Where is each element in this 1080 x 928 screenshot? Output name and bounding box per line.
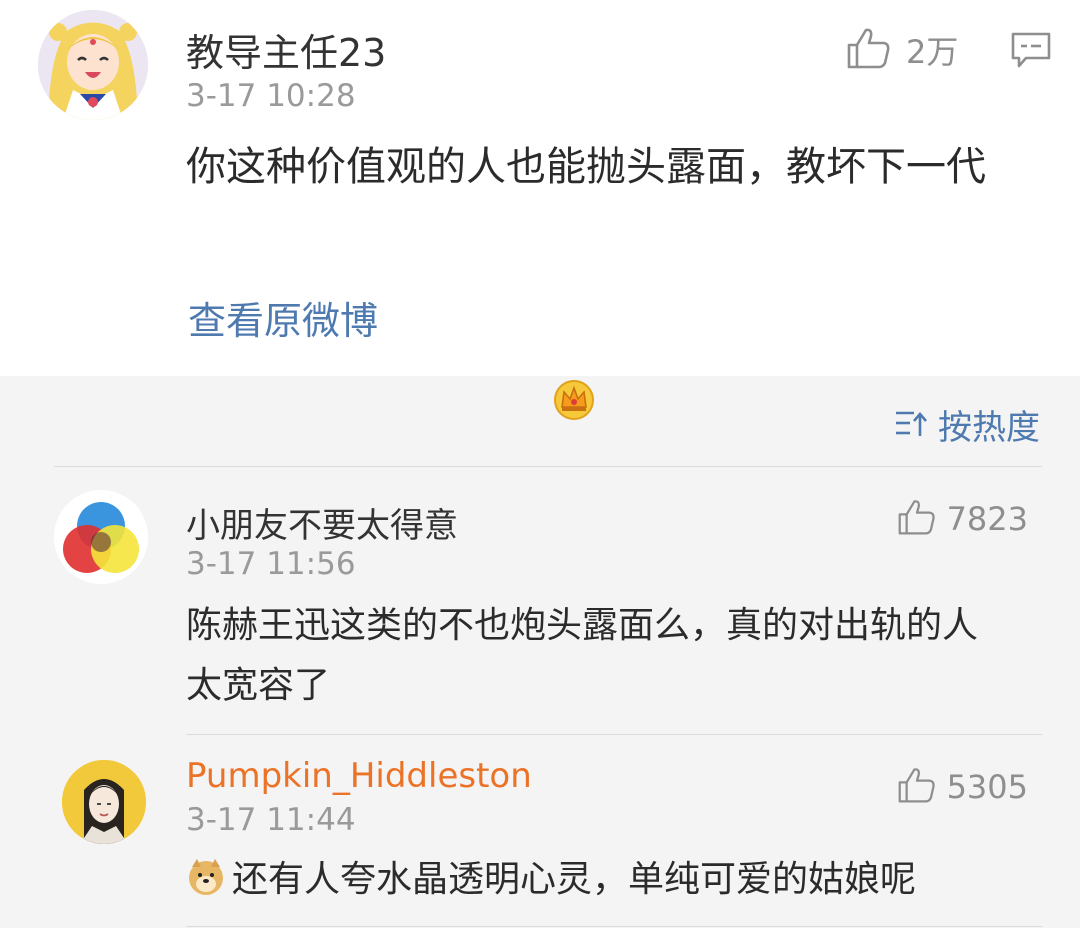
- comment-like-count: 7823: [946, 500, 1028, 538]
- comment-icon[interactable]: [1010, 30, 1052, 70]
- comment-divider: [186, 734, 1042, 735]
- section-divider: [54, 466, 1042, 467]
- comment-text: 还有人夸水晶透明心灵，单纯可爱的姑娘呢: [232, 859, 917, 900]
- comment-timestamp: 3-17 11:56: [186, 546, 356, 582]
- thumbs-up-icon: [897, 766, 937, 808]
- comment-like-button[interactable]: 7823: [897, 498, 1028, 540]
- comment-author-name[interactable]: 小朋友不要太得意: [186, 498, 458, 547]
- sailor-moon-avatar[interactable]: [38, 10, 148, 120]
- post-timestamp: 3-17 10:28: [186, 78, 356, 114]
- post-text: 你这种价值观的人也能抛头露面，教坏下一代: [186, 144, 986, 190]
- post-author-name[interactable]: 教导主任23: [186, 22, 386, 77]
- comment-author-name[interactable]: Pumpkin_Hiddleston: [186, 756, 532, 796]
- thumbs-up-icon: [897, 498, 937, 540]
- sort-by-hot-button[interactable]: 按热度: [894, 400, 1040, 449]
- comment-timestamp: 3-17 11:44: [186, 802, 356, 838]
- weibo-comment-page: 教导主任23 3-17 10:28 你这种价值观的人也能抛头露面，教坏下一代 查…: [0, 0, 1080, 928]
- color-circles-avatar[interactable]: [54, 490, 148, 584]
- post-like-count: 2万: [906, 33, 959, 71]
- sort-icon: [894, 408, 928, 442]
- thumbs-up-icon: [846, 26, 892, 74]
- main-post: 教导主任23 3-17 10:28 你这种价值观的人也能抛头露面，教坏下一代 查…: [0, 0, 1080, 376]
- post-like-button[interactable]: 2万: [846, 26, 958, 74]
- view-original-link[interactable]: 查看原微博: [188, 290, 378, 345]
- comment-text-wrapper: 还有人夸水晶透明心灵，单纯可爱的姑娘呢: [186, 850, 1006, 910]
- doge-emoji-icon: [186, 856, 226, 896]
- comment-divider: [186, 926, 1042, 927]
- sort-label: 按热度: [938, 408, 1040, 448]
- anime-character-avatar[interactable]: [62, 760, 146, 844]
- comment-text: 陈赫王迅这类的不也炮头露面么，真的对出轨的人太宽容了: [186, 605, 979, 706]
- crown-icon: [552, 378, 596, 420]
- comment-like-count: 5305: [946, 768, 1028, 806]
- comment-like-button[interactable]: 5305: [897, 766, 1028, 808]
